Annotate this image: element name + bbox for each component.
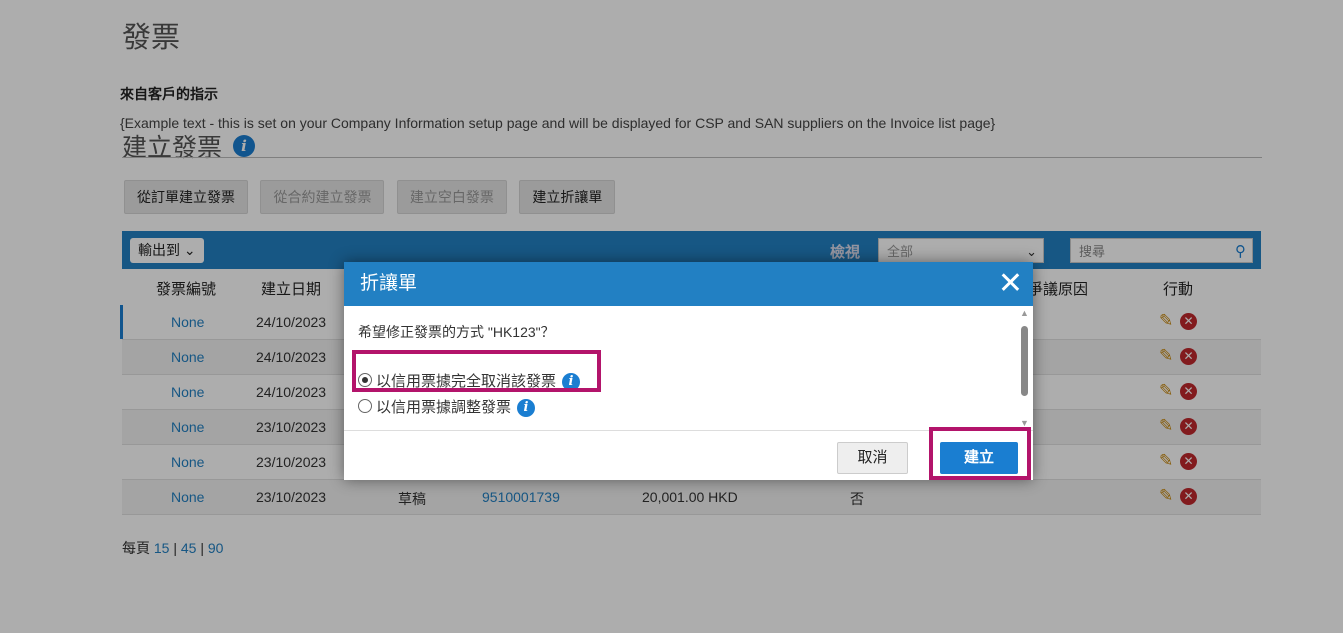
scroll-up-arrow[interactable]: ▲	[1020, 308, 1029, 318]
highlight-box-option	[352, 350, 601, 392]
info-icon[interactable]: i	[517, 399, 536, 418]
dialog-prompt: 希望修正發票的方式 "HK123"？	[358, 324, 555, 340]
dialog-title: 折讓單	[360, 273, 418, 294]
credit-memo-dialog: 折讓單 ✕ 希望修正發票的方式 "HK123"？ 以信用票據完全取消該發票 i 以…	[344, 262, 1033, 480]
cancel-button[interactable]: 取消	[837, 442, 908, 474]
dialog-header: 折讓單 ✕	[344, 262, 1033, 306]
scroll-thumb[interactable]	[1021, 326, 1028, 396]
option-adjust-label: 以信用票據調整發票	[376, 399, 512, 416]
highlight-box-create	[929, 427, 1031, 480]
dialog-scrollbar[interactable]: ▲ ▼	[1017, 306, 1033, 430]
radio-adjust[interactable]	[358, 399, 372, 413]
close-icon[interactable]: ✕	[998, 262, 1023, 306]
option-adjust[interactable]: 以信用票據調整發票 i	[358, 396, 536, 418]
